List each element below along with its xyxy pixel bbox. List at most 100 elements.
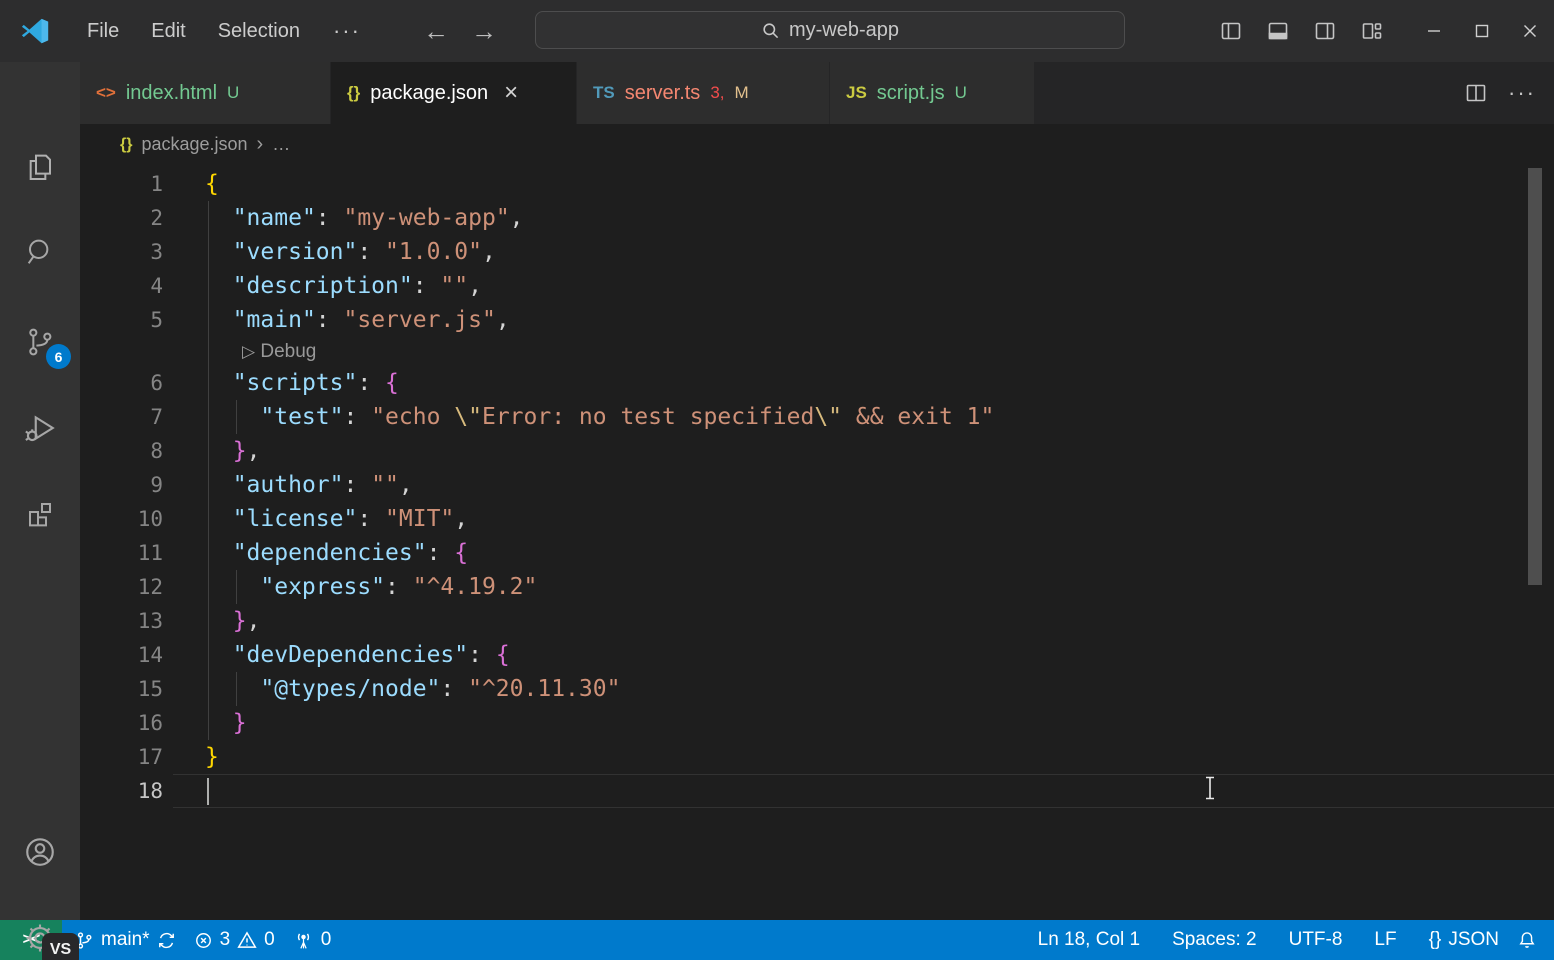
code-content[interactable]: "test": "echo \"Error: no test specified… (163, 400, 1554, 434)
sync-icon (157, 931, 176, 950)
toggle-secondary-sidebar-icon[interactable] (1313, 19, 1337, 43)
code-line-3: 3 "version": "1.0.0", (80, 235, 1554, 269)
token: : (357, 370, 385, 396)
line-number: 3 (80, 235, 163, 269)
token (205, 608, 233, 634)
code-content[interactable]: } (163, 740, 1554, 774)
code-content[interactable]: "name": "my-web-app", (163, 201, 1554, 235)
menu-file[interactable]: File (74, 14, 132, 49)
code-content[interactable]: "scripts": { (163, 366, 1554, 400)
notifications-bell[interactable] (1508, 920, 1546, 960)
account-icon[interactable] (0, 820, 80, 884)
token: "test" (260, 404, 343, 430)
code-line-2: 2 "name": "my-web-app", (80, 201, 1554, 235)
token: "^20.11.30" (468, 676, 620, 702)
code-content[interactable]: "dependencies": { (163, 536, 1554, 570)
token: : (357, 239, 385, 265)
vertical-scrollbar[interactable] (1528, 168, 1542, 585)
line-number: 16 (80, 706, 163, 740)
token: : (413, 273, 441, 299)
token: && exit 1" (842, 404, 994, 430)
line-number: 12 (80, 570, 163, 604)
token: "description" (233, 273, 413, 299)
eol-sequence[interactable]: LF (1365, 920, 1405, 960)
code-content[interactable]: }, (163, 604, 1554, 638)
ts-file-icon: TS (593, 83, 615, 103)
token: : (343, 472, 371, 498)
split-editor-icon[interactable] (1464, 81, 1488, 105)
vscode-logo (20, 16, 50, 46)
codelens-debug-link[interactable]: ▷ Debug (163, 337, 1554, 366)
back-arrow-icon[interactable]: ← (423, 18, 449, 44)
code-content[interactable] (163, 774, 1554, 808)
ports-item[interactable]: 0 (284, 920, 341, 960)
tab-script-js[interactable]: JS script.js U (830, 62, 1035, 124)
editor-actions: ··· (1464, 62, 1536, 124)
token: } (233, 710, 247, 736)
token (205, 404, 260, 430)
search-icon (761, 21, 780, 40)
minimize-button[interactable] (1410, 0, 1458, 62)
menu-edit[interactable]: Edit (138, 14, 198, 49)
code-line-6: 6 "scripts": { (80, 366, 1554, 400)
error-count: 3 (220, 929, 231, 951)
search-sidebar-icon[interactable] (0, 220, 80, 284)
token: : (316, 205, 344, 231)
token (205, 239, 233, 265)
code-content[interactable]: "license": "MIT", (163, 502, 1554, 536)
code-content[interactable]: "description": "", (163, 269, 1554, 303)
encoding[interactable]: UTF-8 (1280, 920, 1352, 960)
breadcrumb-symbol[interactable]: … (272, 134, 290, 155)
extensions-icon[interactable] (0, 482, 80, 546)
editor[interactable]: 1{2 "name": "my-web-app",3 "version": "1… (80, 165, 1554, 920)
code-content[interactable]: "author": "", (163, 468, 1554, 502)
cursor-position[interactable]: Ln 18, Col 1 (1029, 920, 1149, 960)
toggle-panel-icon[interactable] (1266, 19, 1290, 43)
breadcrumb-file[interactable]: package.json (141, 134, 247, 155)
more-actions-icon[interactable]: ··· (1508, 80, 1536, 106)
token: "@types/node" (260, 676, 440, 702)
code-line-10: 10 "license": "MIT", (80, 502, 1554, 536)
language-mode[interactable]: {} JSON (1420, 920, 1508, 960)
toggle-sidebar-icon[interactable] (1219, 19, 1243, 43)
problems-item[interactable]: 3 0 (185, 920, 284, 960)
tab-label: server.ts (625, 82, 701, 105)
indentation[interactable]: Spaces: 2 (1163, 920, 1266, 960)
code-content[interactable]: } (163, 706, 1554, 740)
code-content[interactable]: "devDependencies": { (163, 638, 1554, 672)
code-content[interactable]: "version": "1.0.0", (163, 235, 1554, 269)
close-button[interactable] (1506, 0, 1554, 62)
command-center[interactable]: my-web-app (535, 11, 1125, 49)
line-number: 9 (80, 468, 163, 502)
code-line-15: 15 "@types/node": "^20.11.30" (80, 672, 1554, 706)
code-content[interactable]: "main": "server.js", (163, 303, 1554, 337)
code-content[interactable]: { (163, 167, 1554, 201)
codelens-row: ▷ Debug (80, 337, 1554, 366)
tab-server-ts[interactable]: TS server.ts 3, M (577, 62, 830, 124)
run-debug-icon[interactable] (0, 396, 80, 460)
explorer-icon[interactable] (0, 135, 80, 199)
customize-layout-icon[interactable] (1360, 19, 1384, 43)
encoding-text: UTF-8 (1289, 929, 1343, 951)
menu-more-icon[interactable]: ··· (319, 18, 375, 44)
token (205, 438, 233, 464)
token: "license" (233, 506, 358, 532)
line-number: 11 (80, 536, 163, 570)
forward-arrow-icon[interactable]: → (471, 18, 497, 44)
code-content[interactable]: "@types/node": "^20.11.30" (163, 672, 1554, 706)
code-content[interactable]: }, (163, 434, 1554, 468)
token (205, 574, 260, 600)
tab-index-html[interactable]: <> index.html U (80, 62, 331, 124)
maximize-button[interactable] (1458, 0, 1506, 62)
tab-close-icon[interactable]: × (504, 81, 518, 105)
vs-cursor-label: VS (42, 933, 79, 960)
code-content[interactable]: "express": "^4.19.2" (163, 570, 1554, 604)
line-number: 15 (80, 672, 163, 706)
tab-package-json[interactable]: {} package.json × (331, 62, 577, 124)
git-branch-item[interactable]: main* (66, 920, 185, 960)
token (205, 540, 233, 566)
code-line-14: 14 "devDependencies": { (80, 638, 1554, 672)
titlebar-right (1219, 0, 1554, 62)
layout-controls (1219, 19, 1384, 43)
menu-selection[interactable]: Selection (205, 14, 313, 49)
